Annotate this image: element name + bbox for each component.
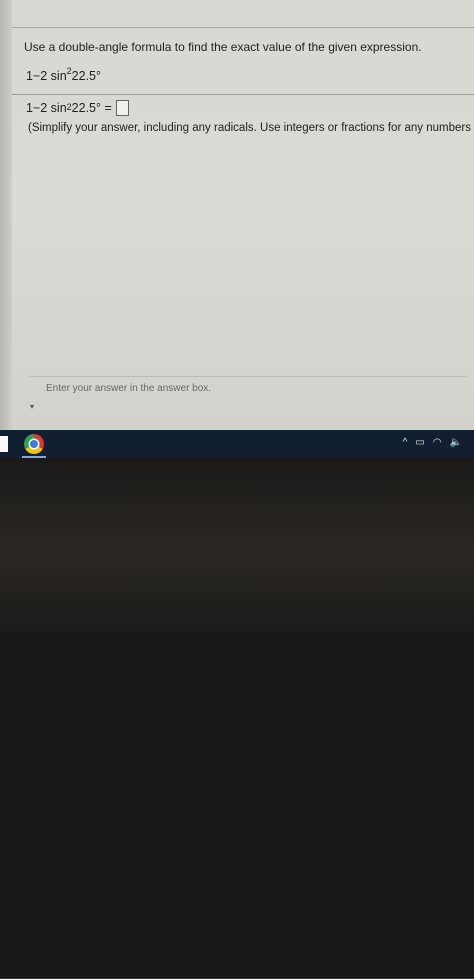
- answer-lhs-rest: 22.5° =: [71, 101, 112, 115]
- taskbar: ^ ▭ ◠ 🔈: [0, 430, 474, 458]
- answer-hint: (Simplify your answer, including any rad…: [28, 122, 474, 134]
- chrome-icon[interactable]: [24, 434, 44, 454]
- laptop-bezel: [0, 458, 474, 979]
- volume-icon[interactable]: 🔈: [450, 437, 462, 448]
- status-bar: Enter your answer in the answer box.: [30, 376, 466, 427]
- start-icon[interactable]: [0, 436, 8, 452]
- given-expression: 1−2 sin222.5°: [26, 66, 101, 84]
- chevron-up-icon[interactable]: ^: [403, 437, 408, 448]
- system-tray: ^ ▭ ◠ 🔈: [403, 437, 462, 448]
- expression-exponent: 2: [66, 66, 72, 76]
- screen: Use a double-angle formula to find the e…: [0, 0, 474, 430]
- scroll-down-icon[interactable]: ▾: [30, 402, 34, 411]
- answer-lhs-main: 1−2 sin: [26, 101, 67, 115]
- wifi-icon[interactable]: ◠: [433, 437, 442, 448]
- answer-input[interactable]: [115, 100, 129, 116]
- battery-icon[interactable]: ▭: [415, 437, 424, 448]
- status-text: Enter your answer in the answer box.: [46, 383, 212, 394]
- question-prompt: Use a double-angle formula to find the e…: [24, 40, 422, 54]
- expression-rest: 22.5°: [71, 69, 101, 84]
- left-scroll-rail[interactable]: [0, 0, 12, 430]
- section-divider: [12, 94, 474, 95]
- answer-line: 1−2 sin 2 22.5° =: [26, 100, 129, 116]
- expression-main: 1−2 sin: [26, 69, 67, 84]
- answer-lhs-exponent: 2: [66, 102, 72, 112]
- header-divider: [12, 27, 474, 28]
